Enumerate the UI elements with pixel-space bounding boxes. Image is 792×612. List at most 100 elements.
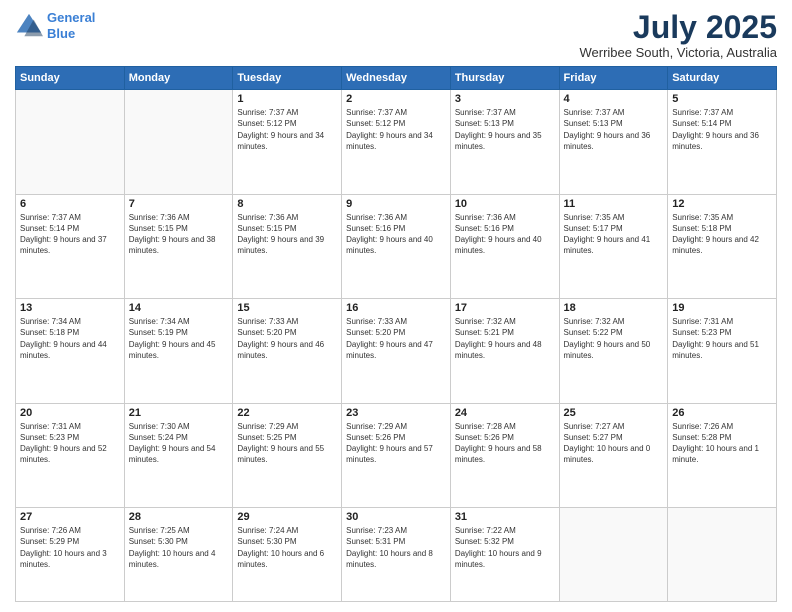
day-number: 7 [129,198,229,210]
day-number: 19 [672,302,772,314]
calendar-cell: 5 Sunrise: 7:37 AMSunset: 5:14 PMDaylight… [668,90,777,195]
weekday-header: Sunday [16,67,125,90]
logo-text: General Blue [47,10,95,41]
day-number: 25 [564,407,664,419]
logo-line1: General [47,10,95,25]
calendar-cell: 11Sunrise: 7:35 AMSunset: 5:17 PMDayligh… [559,194,668,299]
day-detail: Sunrise: 7:34 AMSunset: 5:19 PMDaylight:… [129,316,229,361]
calendar-cell: 28Sunrise: 7:25 AMSunset: 5:30 PMDayligh… [124,508,233,602]
day-detail: Sunrise: 7:34 AMSunset: 5:18 PMDaylight:… [20,316,120,361]
day-detail: Sunrise: 7:22 AMSunset: 5:32 PMDaylight:… [455,525,555,570]
location: Werribee South, Victoria, Australia [579,45,777,60]
calendar-cell: 31 Sunrise: 7:22 AMSunset: 5:32 PMDayligh… [450,508,559,602]
calendar-cell: 8 Sunrise: 7:36 AMSunset: 5:15 PMDaylight… [233,194,342,299]
day-number: 8 [237,198,337,210]
calendar-cell [16,90,125,195]
day-detail: Sunrise: 7:36 AMSunset: 5:16 PMDaylight:… [455,212,555,257]
day-number: 23 [346,407,446,419]
day-detail: Sunrise: 7:33 AMSunset: 5:20 PMDaylight:… [346,316,446,361]
calendar-week-row: 1 Sunrise: 7:37 AMSunset: 5:12 PMDaylight… [16,90,777,195]
weekday-header-row: SundayMondayTuesdayWednesdayThursdayFrid… [16,67,777,90]
calendar-cell: 23 Sunrise: 7:29 AMSunset: 5:26 PMDayligh… [342,403,451,508]
month-title: July 2025 [579,10,777,45]
day-number: 10 [455,198,555,210]
day-detail: Sunrise: 7:35 AMSunset: 5:18 PMDaylight:… [672,212,772,257]
day-number: 30 [346,511,446,523]
calendar-cell: 15 Sunrise: 7:33 AMSunset: 5:20 PMDayligh… [233,299,342,404]
day-number: 17 [455,302,555,314]
calendar-cell: 21Sunrise: 7:30 AMSunset: 5:24 PMDayligh… [124,403,233,508]
day-number: 9 [346,198,446,210]
calendar-cell: 25 Sunrise: 7:27 AMSunset: 5:27 PMDayligh… [559,403,668,508]
day-number: 21 [129,407,229,419]
calendar-cell: 2 Sunrise: 7:37 AMSunset: 5:12 PMDaylight… [342,90,451,195]
day-detail: Sunrise: 7:37 AMSunset: 5:13 PMDaylight:… [455,107,555,152]
day-detail: Sunrise: 7:36 AMSunset: 5:15 PMDaylight:… [129,212,229,257]
calendar-cell: 10 Sunrise: 7:36 AMSunset: 5:16 PMDayligh… [450,194,559,299]
weekday-header: Wednesday [342,67,451,90]
page: General Blue July 2025 Werribee South, V… [0,0,792,612]
day-number: 5 [672,93,772,105]
calendar-cell [124,90,233,195]
calendar-cell: 22Sunrise: 7:29 AMSunset: 5:25 PMDayligh… [233,403,342,508]
day-detail: Sunrise: 7:37 AMSunset: 5:13 PMDaylight:… [564,107,664,152]
day-number: 20 [20,407,120,419]
day-number: 15 [237,302,337,314]
logo-line2: Blue [47,26,75,41]
weekday-header: Monday [124,67,233,90]
calendar-cell [668,508,777,602]
calendar-cell: 14 Sunrise: 7:34 AMSunset: 5:19 PMDayligh… [124,299,233,404]
calendar-week-row: 20 Sunrise: 7:31 AMSunset: 5:23 PMDayligh… [16,403,777,508]
calendar-cell: 24 Sunrise: 7:28 AMSunset: 5:26 PMDayligh… [450,403,559,508]
day-detail: Sunrise: 7:33 AMSunset: 5:20 PMDaylight:… [237,316,337,361]
calendar-cell: 7 Sunrise: 7:36 AMSunset: 5:15 PMDaylight… [124,194,233,299]
calendar-cell: 4Sunrise: 7:37 AMSunset: 5:13 PMDaylight… [559,90,668,195]
day-number: 27 [20,511,120,523]
day-number: 13 [20,302,120,314]
day-detail: Sunrise: 7:37 AMSunset: 5:14 PMDaylight:… [672,107,772,152]
weekday-header: Tuesday [233,67,342,90]
day-detail: Sunrise: 7:32 AMSunset: 5:21 PMDaylight:… [455,316,555,361]
day-detail: Sunrise: 7:36 AMSunset: 5:15 PMDaylight:… [237,212,337,257]
weekday-header: Saturday [668,67,777,90]
calendar-week-row: 6Sunrise: 7:37 AMSunset: 5:14 PMDaylight… [16,194,777,299]
day-detail: Sunrise: 7:24 AMSunset: 5:30 PMDaylight:… [237,525,337,570]
weekday-header: Thursday [450,67,559,90]
day-number: 26 [672,407,772,419]
day-number: 2 [346,93,446,105]
day-number: 22 [237,407,337,419]
day-detail: Sunrise: 7:37 AMSunset: 5:12 PMDaylight:… [346,107,446,152]
calendar-cell: 9 Sunrise: 7:36 AMSunset: 5:16 PMDaylight… [342,194,451,299]
day-detail: Sunrise: 7:29 AMSunset: 5:26 PMDaylight:… [346,421,446,466]
calendar-cell: 18Sunrise: 7:32 AMSunset: 5:22 PMDayligh… [559,299,668,404]
calendar-cell: 17 Sunrise: 7:32 AMSunset: 5:21 PMDayligh… [450,299,559,404]
calendar-cell: 19Sunrise: 7:31 AMSunset: 5:23 PMDayligh… [668,299,777,404]
day-number: 14 [129,302,229,314]
day-number: 31 [455,511,555,523]
day-detail: Sunrise: 7:35 AMSunset: 5:17 PMDaylight:… [564,212,664,257]
calendar-cell: 1 Sunrise: 7:37 AMSunset: 5:12 PMDaylight… [233,90,342,195]
logo-icon [15,12,43,40]
day-detail: Sunrise: 7:28 AMSunset: 5:26 PMDaylight:… [455,421,555,466]
day-detail: Sunrise: 7:27 AMSunset: 5:27 PMDaylight:… [564,421,664,466]
title-block: July 2025 Werribee South, Victoria, Aust… [579,10,777,60]
day-detail: Sunrise: 7:25 AMSunset: 5:30 PMDaylight:… [129,525,229,570]
day-detail: Sunrise: 7:32 AMSunset: 5:22 PMDaylight:… [564,316,664,361]
calendar-cell [559,508,668,602]
calendar-week-row: 13 Sunrise: 7:34 AMSunset: 5:18 PMDayligh… [16,299,777,404]
header: General Blue July 2025 Werribee South, V… [15,10,777,60]
calendar-week-row: 27Sunrise: 7:26 AMSunset: 5:29 PMDayligh… [16,508,777,602]
calendar-cell: 26 Sunrise: 7:26 AMSunset: 5:28 PMDayligh… [668,403,777,508]
day-number: 24 [455,407,555,419]
day-number: 16 [346,302,446,314]
weekday-header: Friday [559,67,668,90]
calendar-cell: 16 Sunrise: 7:33 AMSunset: 5:20 PMDayligh… [342,299,451,404]
day-detail: Sunrise: 7:26 AMSunset: 5:28 PMDaylight:… [672,421,772,466]
calendar-cell: 6Sunrise: 7:37 AMSunset: 5:14 PMDaylight… [16,194,125,299]
day-detail: Sunrise: 7:31 AMSunset: 5:23 PMDaylight:… [20,421,120,466]
day-detail: Sunrise: 7:37 AMSunset: 5:12 PMDaylight:… [237,107,337,152]
calendar-cell: 12Sunrise: 7:35 AMSunset: 5:18 PMDayligh… [668,194,777,299]
day-detail: Sunrise: 7:36 AMSunset: 5:16 PMDaylight:… [346,212,446,257]
day-number: 1 [237,93,337,105]
day-number: 6 [20,198,120,210]
